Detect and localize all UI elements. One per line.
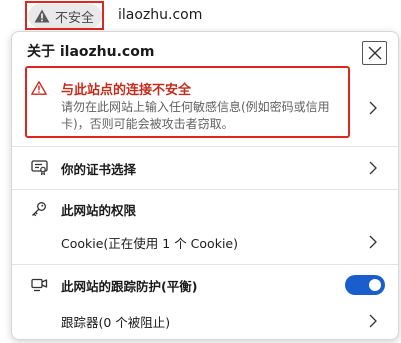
security-label: 不安全: [55, 10, 95, 26]
chevron-right-icon: [369, 235, 377, 249]
tracking-toggle[interactable]: [345, 275, 385, 295]
certificate-icon: [31, 160, 48, 175]
url-text[interactable]: ilaozhu.com: [118, 7, 202, 23]
site-info-popup: 关于 ilaozhu.com 与此站点的连接不安全 请勿在此网站上输入任何敏感信…: [11, 31, 399, 340]
certificate-label: 你的证书选择: [61, 162, 137, 177]
close-button[interactable]: [362, 41, 387, 65]
chevron-right-icon: [369, 314, 377, 328]
warning-title: 与此站点的连接不安全: [61, 83, 192, 98]
warning-triangle-icon: [31, 81, 47, 95]
close-icon: [368, 46, 381, 60]
chevron-right-icon: [369, 161, 377, 175]
tracking-camera-icon: [31, 278, 48, 292]
cookie-label: Cookie(正在使用 1 个 Cookie): [61, 236, 238, 251]
chevron-right-icon[interactable]: [369, 101, 377, 115]
toggle-knob: [369, 279, 381, 291]
warning-description: 请勿在此网站上输入任何敏感信息(例如密码或信用卡)，否则可能会被攻击者窃取。: [61, 100, 330, 131]
key-icon: [32, 202, 46, 217]
tracking-label: 此网站的跟踪防护(平衡): [61, 279, 198, 294]
security-indicator-button[interactable]: 不安全: [28, 4, 102, 28]
divider: [12, 189, 398, 190]
permissions-label: 此网站的权限: [61, 203, 137, 218]
popup-title: 关于 ilaozhu.com: [27, 44, 155, 60]
warning-triangle-icon: [34, 9, 50, 23]
divider: [12, 264, 398, 265]
certificate-row[interactable]: 你的证书选择: [12, 147, 398, 189]
cookie-row[interactable]: Cookie(正在使用 1 个 Cookie): [12, 229, 398, 255]
trackers-label: 跟踪器(0 个被阻止): [61, 315, 171, 330]
address-bar: 不安全 ilaozhu.com: [0, 0, 401, 34]
trackers-row[interactable]: 跟踪器(0 个被阻止): [12, 308, 398, 334]
